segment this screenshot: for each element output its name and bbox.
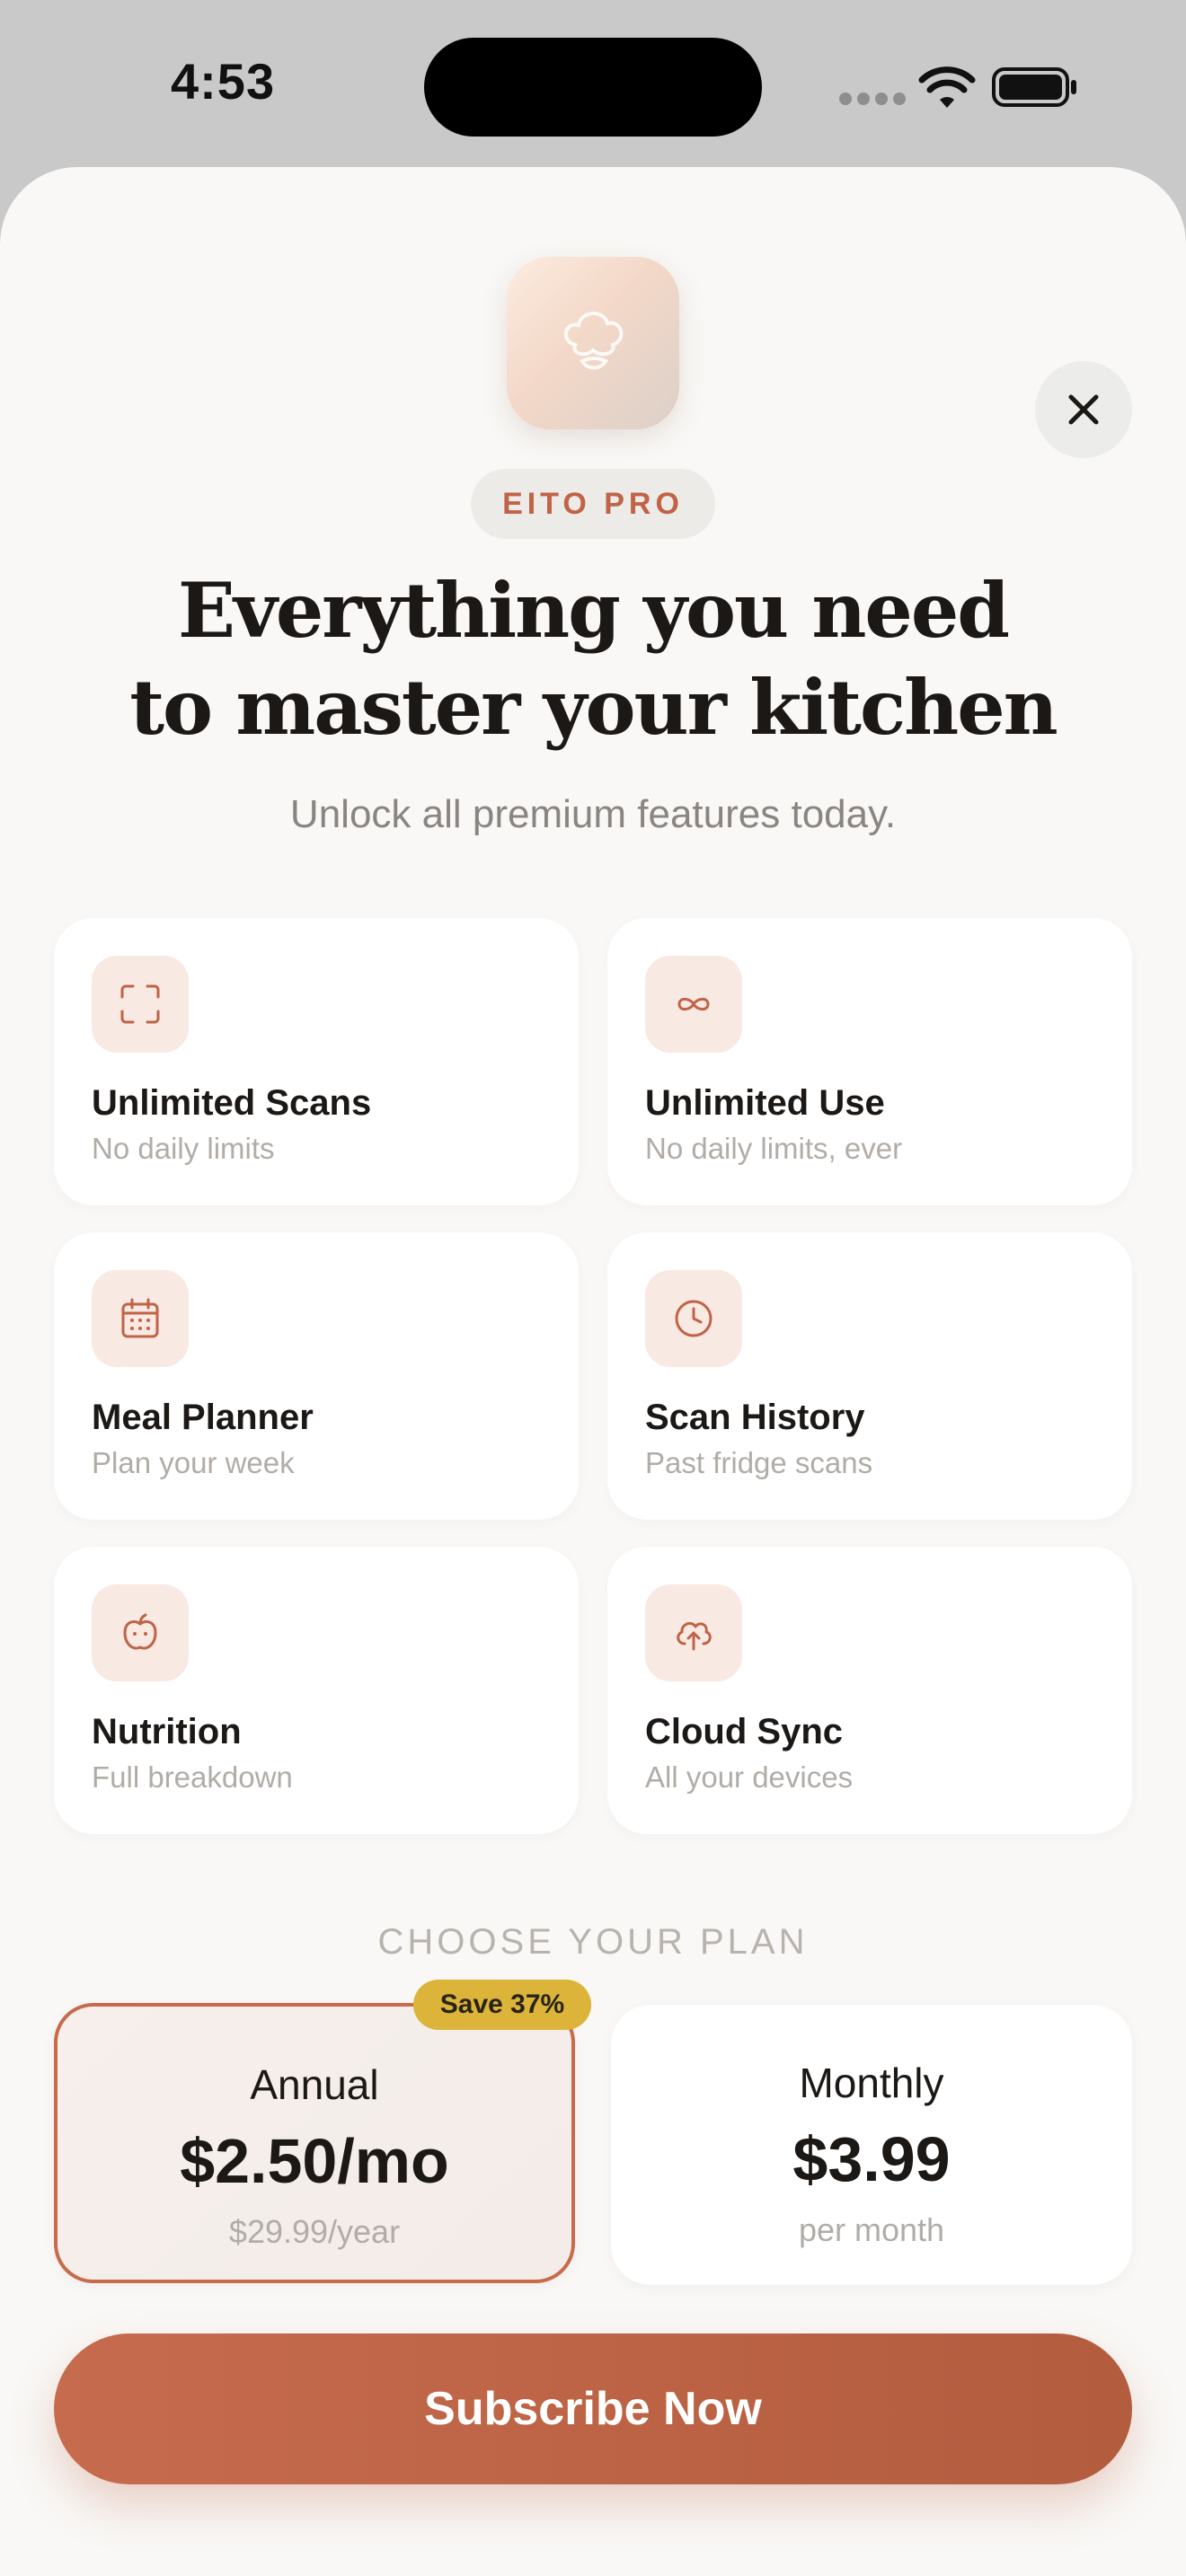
feature-title: Cloud Sync <box>645 1712 844 1751</box>
feature-title: Meal Planner <box>92 1398 314 1437</box>
plan-name: Monthly <box>799 2060 944 2106</box>
infinity-icon <box>677 997 710 1011</box>
feature-card-unlimited-use: Unlimited Use No daily limits, ever <box>607 918 1132 1205</box>
plan-card-monthly[interactable]: Monthly $3.99 per month <box>611 2005 1132 2285</box>
wifi-icon <box>918 66 976 108</box>
page-title: Everything you need to master your kitch… <box>0 562 1186 756</box>
feature-card-nutrition: Nutrition Full breakdown <box>54 1547 579 1834</box>
calendar-icon <box>121 1298 159 1338</box>
subscribe-button[interactable]: Subscribe Now <box>54 2333 1132 2484</box>
plan-section-label: CHOOSE YOUR PLAN <box>377 1922 809 1962</box>
close-icon <box>1068 394 1099 425</box>
pro-badge: EITO PRO <box>471 469 715 539</box>
status-bar: 4:53 <box>0 0 1186 171</box>
feature-title: Unlimited Use <box>645 1083 885 1123</box>
feature-desc: All your devices <box>645 1760 854 1794</box>
cellular-signal-icon <box>839 93 906 105</box>
feature-desc: No daily limits <box>92 1132 275 1165</box>
headline-line-2: to master your kitchen <box>129 663 1058 752</box>
plan-note: $29.99/year <box>228 2213 401 2250</box>
plan-price: $2.50/mo <box>180 2126 449 2196</box>
apple-icon <box>123 1613 157 1650</box>
headline-line-1: Everything you need <box>177 566 1010 655</box>
plan-price: $3.99 <box>792 2124 951 2194</box>
feature-card-scan-history: Scan History Past fridge scans <box>607 1232 1132 1520</box>
cloud-upload-icon <box>677 1621 712 1651</box>
chef-hat-icon <box>564 312 624 370</box>
close-button[interactable] <box>1035 361 1132 458</box>
subheadline: Unlock all premium features today. <box>289 792 897 836</box>
paywall-sheet: EITO PRO Everything you need to master y… <box>0 167 1186 2576</box>
plan-card-annual[interactable]: Annual $2.50/mo $29.99/year <box>54 2003 575 2283</box>
scan-frame-icon <box>120 984 160 1024</box>
feature-desc: Plan your week <box>92 1446 295 1479</box>
feature-card-unlimited-scans: Unlimited Scans No daily limits <box>54 918 579 1205</box>
feature-card-meal-planner: Meal Planner Plan your week <box>54 1232 579 1520</box>
feature-card-cloud-sync: Cloud Sync All your devices <box>607 1547 1132 1834</box>
feature-title: Unlimited Scans <box>92 1083 372 1123</box>
app-logo <box>507 257 679 429</box>
feature-desc: Past fridge scans <box>645 1446 873 1479</box>
plan-note: per month <box>798 2211 945 2248</box>
plan-name: Annual <box>250 2061 379 2108</box>
dynamic-island <box>424 38 762 137</box>
save-badge: Save 37% <box>413 1980 591 2030</box>
feature-title: Scan History <box>645 1398 865 1437</box>
feature-desc: Full breakdown <box>92 1760 293 1794</box>
status-time: 4:53 <box>171 53 276 110</box>
feature-desc: No daily limits, ever <box>645 1132 903 1165</box>
feature-title: Nutrition <box>92 1712 242 1751</box>
clock-icon <box>675 1300 712 1337</box>
battery-icon <box>992 67 1076 107</box>
